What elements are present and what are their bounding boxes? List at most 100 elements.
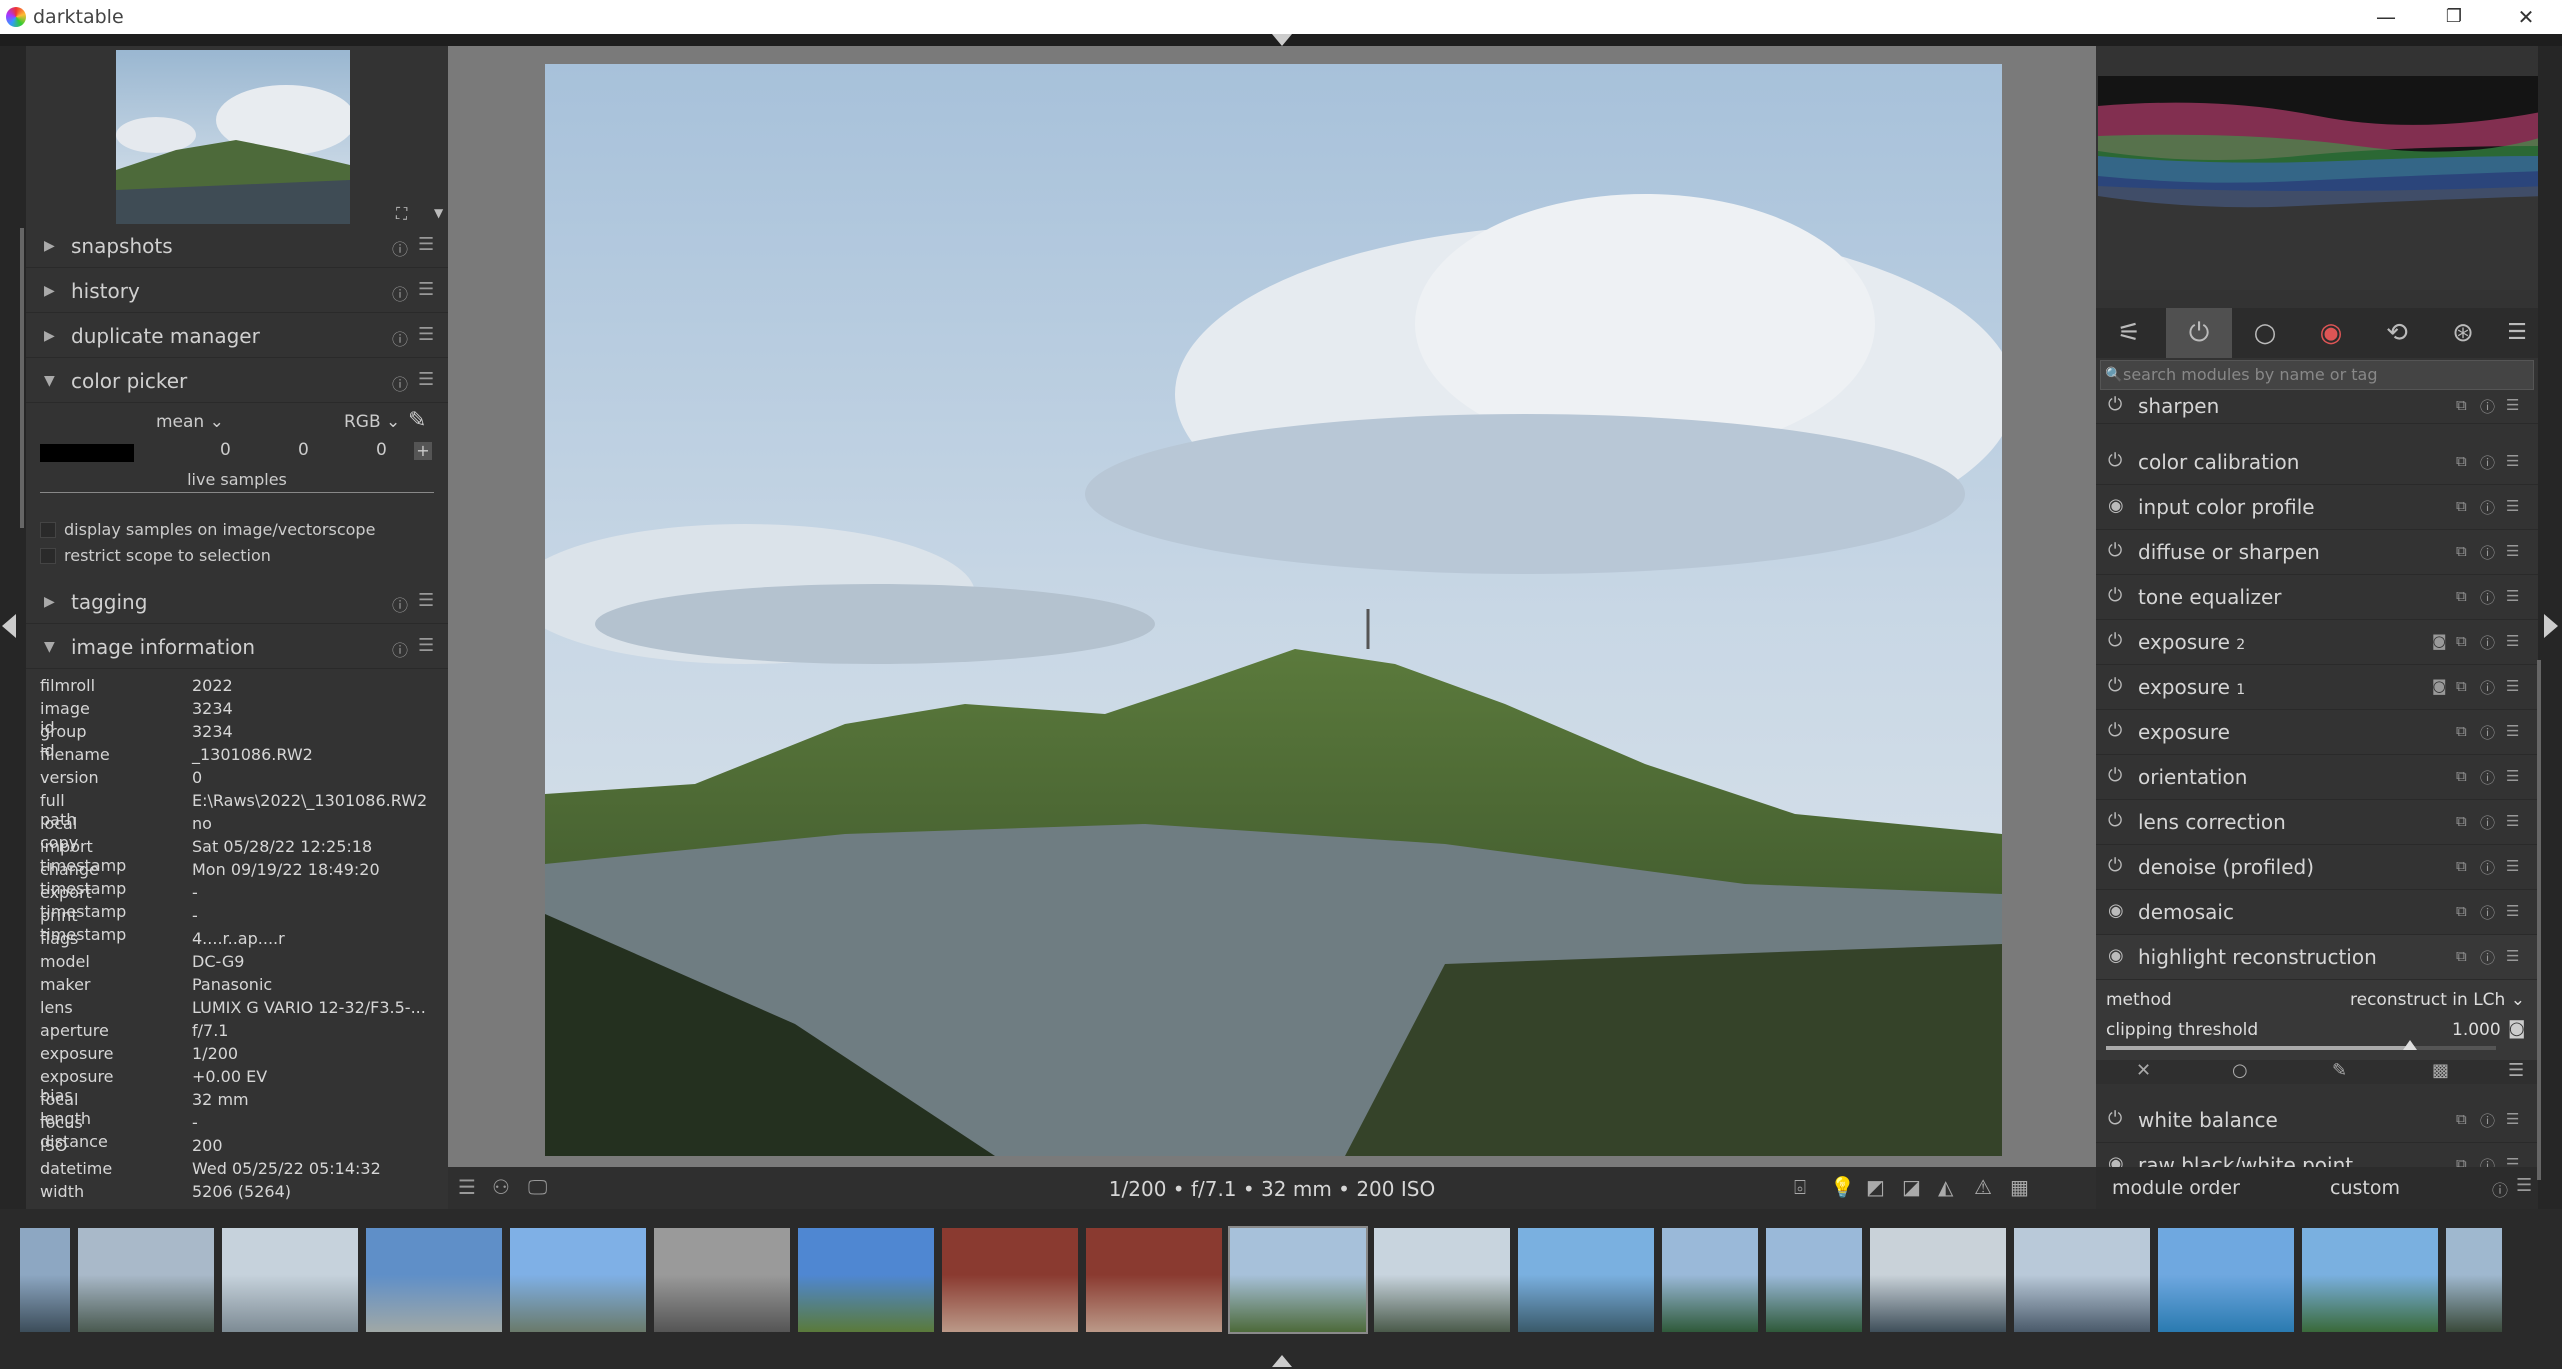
filmstrip-thumbnail[interactable] bbox=[940, 1226, 1080, 1334]
minimize-button[interactable]: — bbox=[2363, 2, 2409, 32]
power-icon[interactable]: ⏻ bbox=[2108, 810, 2122, 831]
module-snapshots[interactable]: ▶ snapshots ⓘ ☰ bbox=[26, 224, 448, 268]
uniform-blend-icon[interactable]: ○ bbox=[2232, 1060, 2248, 1081]
module-highlight-reconstruction[interactable]: ◉ highlight reconstruction ⧉ ⓘ ☰ bbox=[2096, 935, 2538, 980]
module-duplicate-manager[interactable]: ▶ duplicate manager ⓘ ☰ bbox=[26, 314, 448, 358]
filmstrip-thumbnail[interactable] bbox=[2300, 1226, 2440, 1334]
right-panel-toggle-icon[interactable] bbox=[2544, 614, 2558, 638]
multi-instance-icon[interactable]: ⧉ bbox=[2456, 857, 2467, 875]
module-color-picker[interactable]: ▼ color picker ⓘ ☰ bbox=[26, 359, 448, 403]
power-icon[interactable]: ⏻ bbox=[2108, 765, 2122, 786]
reset-icon[interactable]: ⓘ bbox=[392, 592, 408, 616]
module-input-color-profile[interactable]: ◉ input color profile ⧉ ⓘ ☰ bbox=[2096, 485, 2538, 530]
main-image[interactable] bbox=[545, 64, 2002, 1156]
reset-icon[interactable]: ⓘ bbox=[392, 281, 408, 305]
reset-icon[interactable]: ⓘ bbox=[2480, 1110, 2495, 1131]
presets-menu-icon[interactable]: ☰ bbox=[2506, 857, 2519, 875]
module-lens-correction[interactable]: ⏻ lens correction ⧉ ⓘ ☰ bbox=[2096, 800, 2538, 845]
mask-icon[interactable]: ◙ bbox=[2432, 677, 2447, 695]
power-icon[interactable]: ⏻ bbox=[2108, 630, 2122, 651]
presets-menu-icon[interactable]: ☰ bbox=[2506, 947, 2519, 965]
multi-instance-icon[interactable]: ⧉ bbox=[2456, 587, 2467, 605]
multi-instance-icon[interactable]: ⧉ bbox=[2456, 452, 2467, 470]
filmstrip-thumbnail[interactable] bbox=[220, 1226, 360, 1334]
reset-icon[interactable]: ⓘ bbox=[2480, 632, 2495, 653]
mask-icon[interactable]: ◙ bbox=[2432, 632, 2447, 650]
display-samples-checkbox[interactable] bbox=[40, 522, 56, 538]
module-image-information[interactable]: ▼ image information ⓘ ☰ bbox=[26, 625, 448, 669]
slider-handle[interactable] bbox=[2403, 1040, 2418, 1050]
filmstrip-thumbnail[interactable] bbox=[1660, 1226, 1760, 1334]
bottom-panel-toggle-icon[interactable] bbox=[1272, 1355, 1292, 1367]
reset-icon[interactable]: ⓘ bbox=[2480, 767, 2495, 788]
multi-instance-icon[interactable]: ⧉ bbox=[2456, 497, 2467, 515]
left-panel-scrollbar[interactable] bbox=[20, 228, 24, 528]
multi-instance-icon[interactable]: ⧉ bbox=[2456, 632, 2467, 650]
presets-menu-icon[interactable]: ☰ bbox=[2506, 542, 2519, 560]
filmstrip-thumbnail[interactable] bbox=[1372, 1226, 1512, 1334]
presets-menu-icon[interactable]: ☰ bbox=[2506, 452, 2519, 470]
filmstrip-thumbnail[interactable] bbox=[508, 1226, 648, 1334]
presets-menu-icon[interactable]: ☰ bbox=[2506, 812, 2519, 830]
presets-menu-icon[interactable]: ☰ bbox=[418, 590, 434, 611]
module-order-value[interactable]: custom bbox=[2330, 1177, 2400, 1199]
reset-icon[interactable]: ⓘ bbox=[2480, 452, 2495, 473]
reset-icon[interactable]: ⓘ bbox=[2480, 396, 2495, 417]
quick-access-tab-icon[interactable]: ⚟ bbox=[2096, 308, 2162, 358]
color-picker-toggle-icon[interactable]: ◙ bbox=[2508, 1018, 2525, 1039]
reset-icon[interactable]: ⓘ bbox=[2480, 497, 2495, 518]
reset-icon[interactable]: ⓘ bbox=[2480, 857, 2495, 878]
left-panel-toggle-icon[interactable] bbox=[2, 614, 16, 638]
clipping-indicator-icon[interactable]: ◪ bbox=[1902, 1175, 1921, 1199]
focus-peaking-icon[interactable]: ⌻ bbox=[1794, 1175, 1806, 1199]
power-icon[interactable]: ⏻ bbox=[2108, 855, 2122, 876]
reset-icon[interactable]: ⓘ bbox=[392, 637, 408, 661]
power-icon[interactable]: ⏻ bbox=[2108, 540, 2122, 561]
raw-overexposed-icon[interactable]: ◩ bbox=[1866, 1175, 1885, 1199]
filmstrip-thumbnail[interactable] bbox=[652, 1226, 792, 1334]
filmstrip-thumbnail[interactable] bbox=[1228, 1226, 1368, 1334]
module-sharpen[interactable]: ⏻ sharpen ⧉ ⓘ ☰ bbox=[2096, 394, 2538, 424]
gamut-check-icon[interactable]: ⚠ bbox=[1974, 1175, 1992, 1199]
module-color-calibration[interactable]: ⏻ color calibration ⧉ ⓘ ☰ bbox=[2096, 440, 2538, 485]
nav-dropdown-icon[interactable]: ▼ bbox=[434, 206, 443, 220]
presets-menu-icon[interactable]: ☰ bbox=[418, 279, 434, 300]
presets-menu-icon[interactable]: ☰ bbox=[2506, 396, 2519, 414]
multi-instance-icon[interactable]: ⧉ bbox=[2456, 677, 2467, 695]
drawn-mask-icon[interactable]: ✎ bbox=[2332, 1060, 2347, 1081]
reset-icon[interactable]: ⓘ bbox=[2480, 947, 2495, 968]
presets-menu-icon[interactable]: ☰ bbox=[2506, 587, 2519, 605]
filmstrip-thumbnail[interactable] bbox=[364, 1226, 504, 1334]
reset-icon[interactable]: ⓘ bbox=[2480, 677, 2495, 698]
multi-instance-icon[interactable]: ⧉ bbox=[2456, 396, 2467, 414]
navigation-thumbnail[interactable] bbox=[116, 50, 350, 224]
module-search-input[interactable]: 🔍 search modules by name or tag bbox=[2100, 360, 2534, 390]
power-icon[interactable]: ⏻ bbox=[2108, 1108, 2122, 1129]
multi-instance-icon[interactable]: ⧉ bbox=[2456, 722, 2467, 740]
presets-menu-icon[interactable]: ☰ bbox=[2506, 497, 2519, 515]
reset-icon[interactable]: ⓘ bbox=[2492, 1177, 2508, 1201]
multi-instance-icon[interactable]: ⧉ bbox=[2456, 767, 2467, 785]
power-icon[interactable]: ⏻ bbox=[2108, 394, 2122, 415]
module-exposure-1[interactable]: ⏻ exposure 1 ◙ ⧉ ⓘ ☰ bbox=[2096, 665, 2538, 710]
presets-menu-icon[interactable]: ☰ bbox=[2506, 632, 2519, 650]
multi-instance-icon[interactable]: ⧉ bbox=[2456, 1110, 2467, 1128]
power-icon[interactable]: ⏻ bbox=[2108, 720, 2122, 741]
reset-icon[interactable]: ⓘ bbox=[2480, 812, 2495, 833]
picker-mode-select[interactable]: mean ⌄ bbox=[156, 412, 224, 432]
active-modules-tab-icon[interactable]: ⏻ bbox=[2166, 308, 2232, 358]
filmstrip-thumbnail[interactable] bbox=[2444, 1226, 2504, 1334]
reset-icon[interactable]: ⓘ bbox=[392, 326, 408, 350]
color-assessment-icon[interactable]: 💡 bbox=[1830, 1175, 1855, 1199]
presets-menu-icon[interactable]: ☰ bbox=[2506, 677, 2519, 695]
top-panel-toggle-icon[interactable] bbox=[1272, 34, 1292, 46]
module-history[interactable]: ▶ history ⓘ ☰ bbox=[26, 269, 448, 313]
filmstrip-thumbnail[interactable] bbox=[1868, 1226, 2008, 1334]
color-modules-tab-icon[interactable]: ◉ bbox=[2298, 308, 2364, 358]
presets-menu-icon[interactable]: ☰ bbox=[2506, 1110, 2519, 1128]
effect-modules-tab-icon[interactable]: ⊛ bbox=[2430, 308, 2496, 358]
picker-colorspace-select[interactable]: RGB ⌄ bbox=[344, 412, 400, 432]
module-denoise-profiled[interactable]: ⏻ denoise (profiled) ⧉ ⓘ ☰ bbox=[2096, 845, 2538, 890]
module-white-balance[interactable]: ⏻ white balance ⧉ ⓘ ☰ bbox=[2096, 1098, 2538, 1143]
clipping-threshold-slider[interactable] bbox=[2106, 1040, 2496, 1050]
